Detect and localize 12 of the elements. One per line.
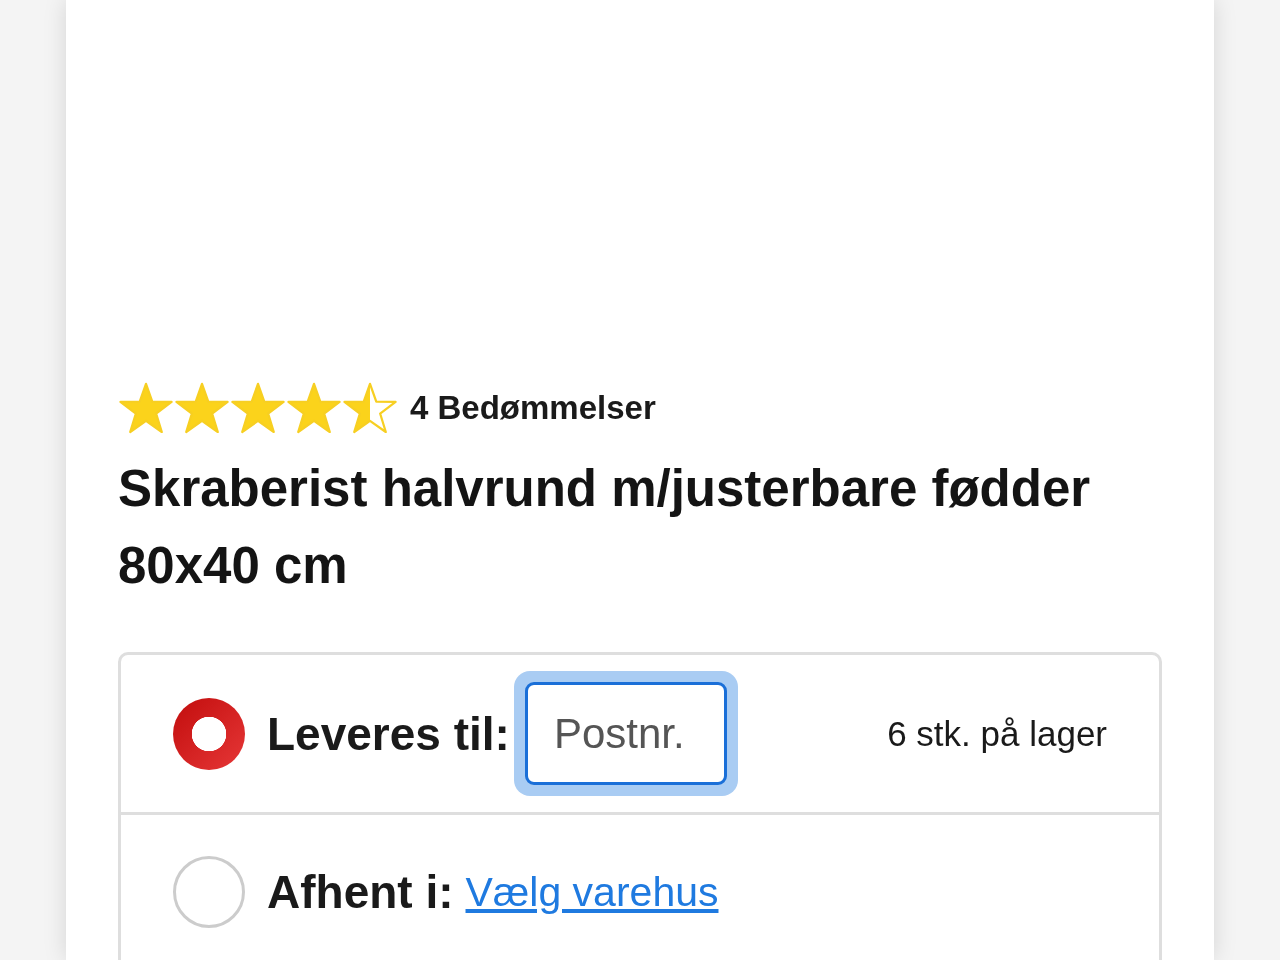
star-icon [342, 382, 398, 434]
product-title: Skraberist halvrund m/justerbare fødder 80x40 cm [118, 459, 1092, 596]
star-icon [286, 382, 342, 434]
option-label: Leveres til: [267, 706, 510, 761]
postcode-field[interactable]: Postnr. [513, 671, 738, 796]
star-icon [118, 382, 174, 434]
option-label: Afhent i: [267, 865, 454, 919]
choose-store-link[interactable]: Vælg varehus [465, 868, 719, 916]
star-icon [174, 382, 230, 434]
rating-count: 4 Bedømmelser [410, 388, 656, 428]
star-icon [230, 382, 286, 434]
stock-status: 6 stk. på lager [887, 713, 1107, 754]
